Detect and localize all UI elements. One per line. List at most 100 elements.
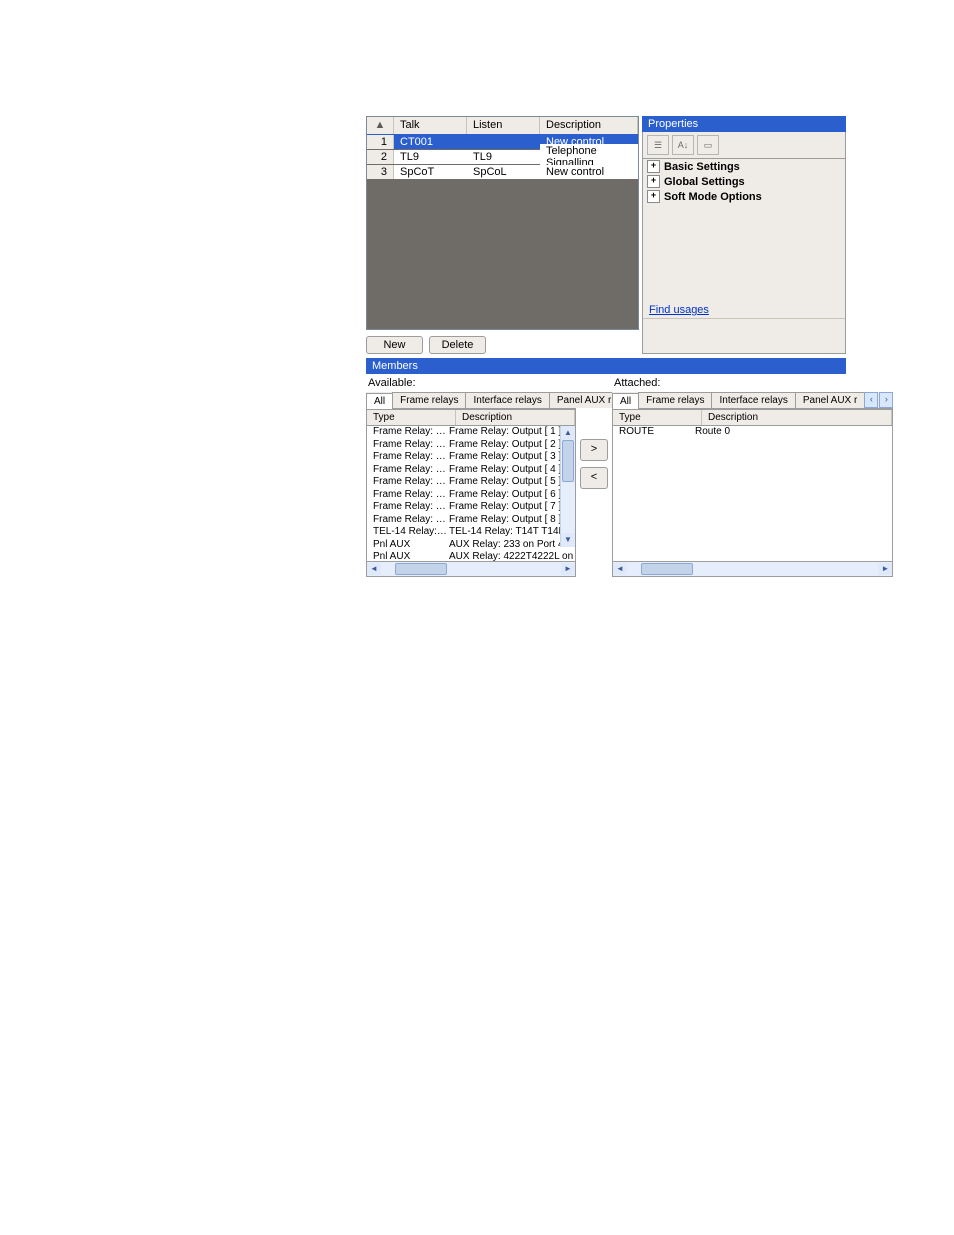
categorized-icon[interactable]: ☰ — [647, 135, 669, 155]
cell-listen[interactable]: SpCoL — [467, 165, 540, 179]
tab-all[interactable]: All — [366, 393, 393, 409]
property-category[interactable]: + Global Settings — [643, 174, 845, 189]
expand-icon[interactable]: + — [647, 160, 660, 173]
available-hscroll[interactable]: ◄ ► — [366, 562, 576, 577]
item-type: Frame Relay: Ou... — [373, 501, 449, 514]
item-type: Frame Relay: Ou... — [373, 451, 449, 464]
attached-hscroll[interactable]: ◄ ► — [612, 562, 893, 577]
delete-button[interactable]: Delete — [429, 336, 486, 354]
item-description: AUX Relay: 233 on Port 49 — [449, 539, 575, 552]
grid-header: ▲ Talk Listen Description — [367, 117, 638, 134]
grid-row[interactable]: 3SpCoTSpCoLNew control — [367, 164, 638, 179]
scroll-right-icon[interactable]: ► — [561, 563, 575, 575]
property-category[interactable]: + Soft Mode Options — [643, 189, 845, 204]
scroll-left-attached-icon[interactable]: ◄ — [613, 563, 627, 575]
expand-icon[interactable]: + — [647, 175, 660, 188]
available-item[interactable]: TEL-14 Relay: P...TEL-14 Relay: T14T T14… — [367, 526, 575, 539]
category-label: Basic Settings — [664, 161, 740, 173]
members-title: Members — [366, 358, 846, 374]
cell-listen[interactable]: TL9 — [467, 150, 540, 164]
category-label: Global Settings — [664, 176, 745, 188]
new-button[interactable]: New — [366, 336, 423, 354]
item-type: Frame Relay: Ou... — [373, 426, 449, 439]
grid-empty-area — [367, 179, 638, 329]
property-category[interactable]: + Basic Settings — [643, 159, 845, 174]
cell-talk[interactable]: SpCoT — [394, 165, 467, 179]
attached-item[interactable]: ROUTERoute 0 — [613, 426, 892, 439]
tab-scroll-right-attached-icon[interactable]: › — [879, 392, 893, 408]
item-type: Pnl AUX — [373, 539, 449, 552]
available-item[interactable]: Frame Relay: Ou...Frame Relay: Output [ … — [367, 464, 575, 477]
item-type: Frame Relay: Ou... — [373, 464, 449, 477]
remove-member-button[interactable]: < — [580, 467, 608, 489]
available-item[interactable]: Frame Relay: Ou...Frame Relay: Output [ … — [367, 476, 575, 489]
col-listen[interactable]: Listen — [467, 117, 540, 134]
available-item[interactable]: Frame Relay: Ou...Frame Relay: Output [ … — [367, 489, 575, 502]
scroll-left-icon[interactable]: ◄ — [367, 563, 381, 575]
hscroll-thumb[interactable] — [395, 563, 447, 575]
alphabetical-icon[interactable]: A↓ — [672, 135, 694, 155]
add-member-button[interactable]: > — [580, 439, 608, 461]
item-description: Frame Relay: Output [ 4 ] — [449, 464, 575, 477]
available-col-type[interactable]: Type — [367, 410, 456, 425]
tab-frame-relays-attached[interactable]: Frame relays — [638, 392, 712, 408]
grid-row[interactable]: 2TL9TL9Telephone Signalling — [367, 149, 638, 164]
available-list[interactable]: Frame Relay: Ou...Frame Relay: Output [ … — [366, 426, 576, 562]
item-description: Route 0 — [695, 426, 892, 439]
tab-scroll-left-attached-icon[interactable]: ‹ — [864, 392, 878, 408]
tab-interface-relays-attached[interactable]: Interface relays — [711, 392, 795, 408]
item-description: Frame Relay: Output [ 1 ] — [449, 426, 575, 439]
col-talk[interactable]: Talk — [394, 117, 467, 134]
item-type: Frame Relay: Ou... — [373, 439, 449, 452]
properties-title: Properties — [642, 116, 846, 132]
scroll-down-icon[interactable]: ▼ — [561, 533, 575, 547]
available-item[interactable]: Frame Relay: Ou...Frame Relay: Output [ … — [367, 426, 575, 439]
available-item[interactable]: Frame Relay: Ou...Frame Relay: Output [ … — [367, 501, 575, 514]
item-type: Frame Relay: Ou... — [373, 514, 449, 527]
cell-talk[interactable]: TL9 — [394, 150, 467, 164]
sort-indicator[interactable]: ▲ — [367, 117, 394, 134]
available-item[interactable]: Frame Relay: Ou...Frame Relay: Output [ … — [367, 514, 575, 527]
available-vscroll[interactable]: ▲ ▼ — [560, 426, 575, 547]
property-pages-icon[interactable]: ▭ — [697, 135, 719, 155]
cell-description[interactable]: New control — [540, 165, 638, 179]
item-description: Frame Relay: Output [ 2 ] — [449, 439, 575, 452]
expand-icon[interactable]: + — [647, 190, 660, 203]
available-tabs: All Frame relays Interface relays Panel … — [366, 392, 576, 409]
cell-talk[interactable]: CT001 — [394, 135, 467, 149]
attached-col-description[interactable]: Description — [702, 410, 892, 425]
item-description: Frame Relay: Output [ 3 ] — [449, 451, 575, 464]
item-description: TEL-14 Relay: T14T T14L on Port 9 — [449, 526, 575, 539]
controls-grid[interactable]: ▲ Talk Listen Description 1CT001 New cont… — [366, 116, 639, 330]
tab-frame-relays[interactable]: Frame relays — [392, 392, 466, 408]
tab-panel-aux-attached[interactable]: Panel AUX r — [795, 392, 865, 408]
attached-list[interactable]: ROUTERoute 0 — [612, 426, 893, 562]
available-item[interactable]: Frame Relay: Ou...Frame Relay: Output [ … — [367, 451, 575, 464]
row-number: 1 — [367, 135, 394, 149]
item-description: Frame Relay: Output [ 7 ] — [449, 501, 575, 514]
item-description: AUX Relay: 4222T4222L on Port 1 — [449, 551, 575, 562]
col-description[interactable]: Description — [540, 117, 638, 134]
item-type: Frame Relay: Ou... — [373, 476, 449, 489]
attached-col-type[interactable]: Type — [613, 410, 702, 425]
item-type: TEL-14 Relay: P... — [373, 526, 449, 539]
available-label: Available: — [368, 377, 576, 389]
scroll-right-attached-icon[interactable]: ► — [878, 563, 892, 575]
row-number: 2 — [367, 150, 394, 164]
scroll-thumb[interactable] — [562, 440, 574, 482]
item-type: ROUTE — [619, 426, 695, 439]
scroll-up-icon[interactable]: ▲ — [561, 426, 575, 440]
available-item[interactable]: Frame Relay: Ou...Frame Relay: Output [ … — [367, 439, 575, 452]
find-usages-link[interactable]: Find usages — [643, 302, 845, 318]
available-item[interactable]: Pnl AUXAUX Relay: 4222T4222L on Port 1 — [367, 551, 575, 562]
tab-interface-relays[interactable]: Interface relays — [465, 392, 549, 408]
available-item[interactable]: Pnl AUXAUX Relay: 233 on Port 49 — [367, 539, 575, 552]
available-col-description[interactable]: Description — [456, 410, 575, 425]
category-label: Soft Mode Options — [664, 191, 762, 203]
hscroll-thumb-attached[interactable] — [641, 563, 693, 575]
attached-label: Attached: — [614, 377, 893, 389]
item-description: Frame Relay: Output [ 6 ] — [449, 489, 575, 502]
cell-listen[interactable] — [467, 141, 540, 143]
tab-all-attached[interactable]: All — [612, 393, 639, 409]
item-description: Frame Relay: Output [ 5 ] — [449, 476, 575, 489]
